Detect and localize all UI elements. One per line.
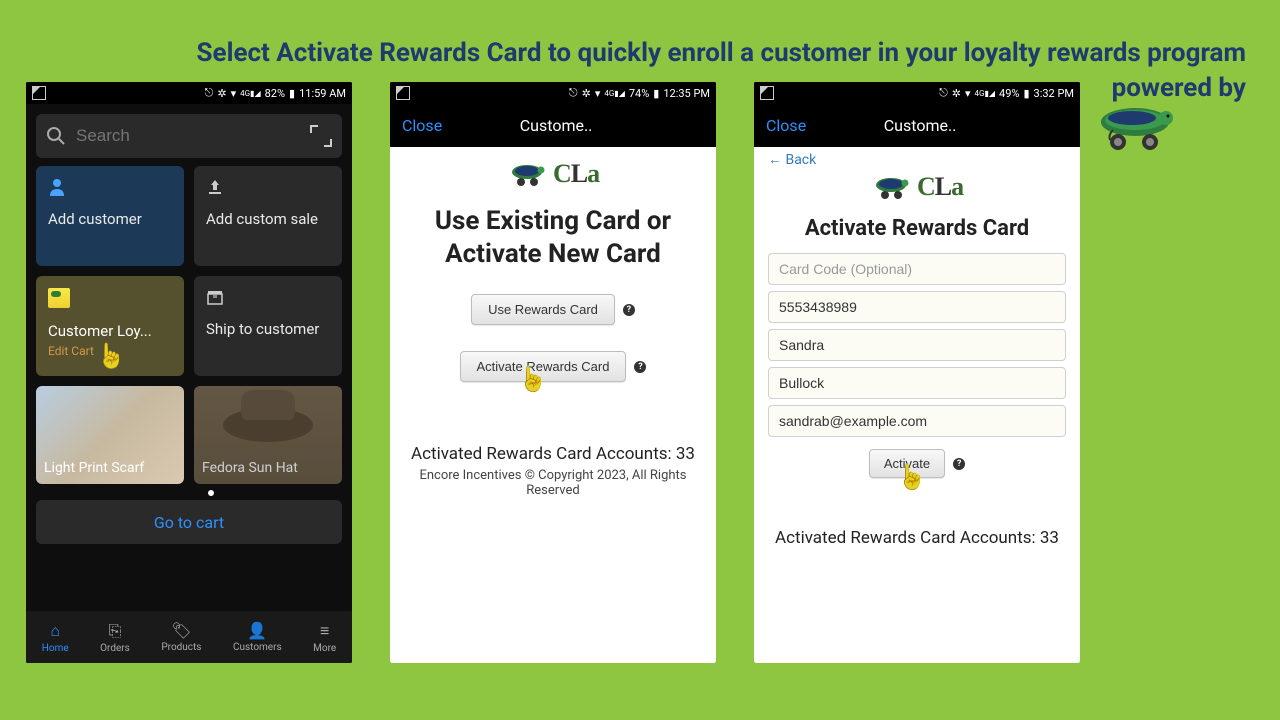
flipboard-icon: [32, 86, 46, 100]
nav-products[interactable]: 🏷Products: [161, 621, 201, 653]
bottom-nav: ⌂Home ⎘Orders 🏷Products 👤Customers ≡More: [26, 611, 352, 663]
bluetooth-icon: ✲: [952, 87, 961, 100]
add-customer-tile[interactable]: Add customer: [36, 166, 184, 266]
status-bar: ⎋ ✲ ▾ 4G▮◢ 49% ▮ 3:32 PM: [754, 82, 1080, 104]
battery-icon: ▮: [289, 87, 295, 100]
phone-activate-form-screen: ⎋ ✲ ▾ 4G▮◢ 49% ▮ 3:32 PM Close Custome..…: [754, 82, 1080, 663]
clock-text: 11:59 AM: [299, 87, 346, 100]
webview-header: Close Custome..: [754, 104, 1080, 147]
status-bar: ⎋ ✲ ▾ 4G▮◢ 74% ▮ 12:35 PM: [390, 82, 716, 104]
turtle-logo-icon: [1080, 100, 1190, 155]
customer-loyalty-tile[interactable]: Customer Loy... Edit Cart: [36, 276, 184, 376]
go-to-cart-button[interactable]: Go to cart: [36, 500, 342, 544]
upload-icon: [206, 178, 330, 196]
help-icon[interactable]: ?: [953, 458, 965, 470]
activate-rewards-card-button[interactable]: Activate Rewards Card: [460, 351, 627, 382]
last-name-input[interactable]: [768, 367, 1066, 399]
cast-icon: ⎋: [939, 86, 948, 100]
battery-text: 82%: [265, 87, 285, 100]
webview-title: Custome..: [408, 116, 704, 135]
nav-more[interactable]: ≡More: [313, 621, 336, 654]
nav-home[interactable]: ⌂Home: [42, 621, 69, 654]
cast-icon: ⎋: [569, 86, 578, 100]
flipboard-icon: [760, 86, 774, 100]
tile-label: Add customer: [48, 210, 172, 228]
status-bar: ⎋ ✲ ▾ 4G▮◢ 82% ▮ 11:59 AM: [26, 82, 352, 104]
tag-icon: 🏷: [171, 621, 191, 640]
choose-card-heading: Use Existing Card or Activate New Card: [404, 205, 702, 270]
clock-text: 3:32 PM: [1034, 87, 1074, 100]
nav-customers[interactable]: 👤Customers: [233, 621, 282, 653]
tile-label: Ship to customer: [206, 320, 330, 338]
phone-choose-card-screen: ⎋ ✲ ▾ 4G▮◢ 74% ▮ 12:35 PM Close Custome.…: [390, 82, 716, 663]
headline-line2: powered by: [1112, 73, 1246, 103]
webview-title: Custome..: [772, 116, 1068, 135]
cla-text-icon: CLa: [917, 172, 963, 202]
turtle-icon: [507, 161, 549, 187]
orders-icon: ⎘: [109, 621, 122, 641]
phone-input[interactable]: [768, 291, 1066, 323]
flipboard-icon: [396, 86, 410, 100]
accounts-count: 33: [1040, 528, 1059, 548]
cla-text-icon: CLa: [553, 159, 599, 189]
search-icon: [46, 126, 66, 146]
wifi-icon: ▾: [965, 87, 971, 100]
bluetooth-icon: ✲: [217, 87, 226, 100]
activate-button[interactable]: Activate: [869, 449, 945, 478]
bluetooth-icon: ✲: [582, 87, 591, 100]
help-icon[interactable]: ?: [623, 304, 635, 316]
headline-line1: Select Activate Rewards Card to quickly …: [197, 38, 1246, 68]
network-icon: 4G▮◢: [604, 89, 625, 98]
battery-text: 49%: [999, 87, 1019, 100]
phone-pos-screen: ⎋ ✲ ▾ 4G▮◢ 82% ▮ 11:59 AM Add customer: [26, 82, 352, 663]
person-icon: 👤: [247, 621, 267, 640]
webview-header: Close Custome..: [390, 104, 716, 147]
first-name-input[interactable]: [768, 329, 1066, 361]
card-code-input[interactable]: [768, 253, 1066, 285]
product-scarf[interactable]: Light Print Scarf: [36, 386, 184, 484]
wifi-icon: ▾: [231, 87, 237, 100]
back-link[interactable]: ← Back: [768, 151, 816, 168]
clock-text: 12:35 PM: [663, 87, 710, 100]
help-icon[interactable]: ?: [634, 361, 646, 373]
copyright-text: Encore Incentives © Copyright 2023, All …: [404, 468, 702, 498]
email-input[interactable]: [768, 405, 1066, 437]
page-indicator-dot: [208, 490, 214, 496]
activate-heading: Activate Rewards Card: [805, 216, 1029, 241]
network-icon: 4G▮◢: [975, 89, 996, 98]
barcode-scan-icon[interactable]: [310, 125, 332, 147]
turtle-icon: [871, 174, 913, 200]
battery-icon: ▮: [653, 87, 659, 100]
accounts-count: 33: [676, 444, 695, 464]
tile-label: Customer Loy...: [48, 322, 172, 340]
battery-text: 74%: [629, 87, 649, 100]
product-hat[interactable]: Fedora Sun Hat 9 variants: [194, 386, 342, 484]
search-bar[interactable]: [36, 114, 342, 158]
hat-illustration: [223, 408, 313, 442]
accounts-line: Activated Rewards Card Accounts: 33: [775, 528, 1059, 548]
cla-logo: CLa: [871, 172, 963, 202]
shipping-box-icon: [206, 288, 330, 306]
menu-icon: ≡: [320, 621, 329, 641]
ship-to-customer-tile[interactable]: Ship to customer: [194, 276, 342, 376]
add-custom-sale-tile[interactable]: Add custom sale: [194, 166, 342, 266]
nav-orders[interactable]: ⎘Orders: [100, 621, 130, 654]
button-label: Go to cart: [154, 513, 224, 532]
cla-logo: CLa: [507, 159, 599, 189]
loyalty-app-icon: [48, 288, 70, 308]
person-icon: [48, 178, 172, 196]
home-icon: ⌂: [50, 621, 60, 641]
cast-icon: ⎋: [205, 86, 214, 100]
use-rewards-card-button[interactable]: Use Rewards Card: [471, 294, 615, 325]
tile-label: Add custom sale: [206, 210, 330, 228]
battery-icon: ▮: [1023, 87, 1029, 100]
product-label: Fedora Sun Hat: [202, 460, 298, 476]
accounts-line: Activated Rewards Card Accounts: 33: [411, 444, 695, 464]
product-label: Light Print Scarf: [44, 460, 144, 476]
network-icon: 4G▮◢: [240, 89, 261, 98]
search-input[interactable]: [76, 126, 300, 146]
wifi-icon: ▾: [595, 87, 601, 100]
edit-cart-text: Edit Cart: [48, 344, 172, 358]
